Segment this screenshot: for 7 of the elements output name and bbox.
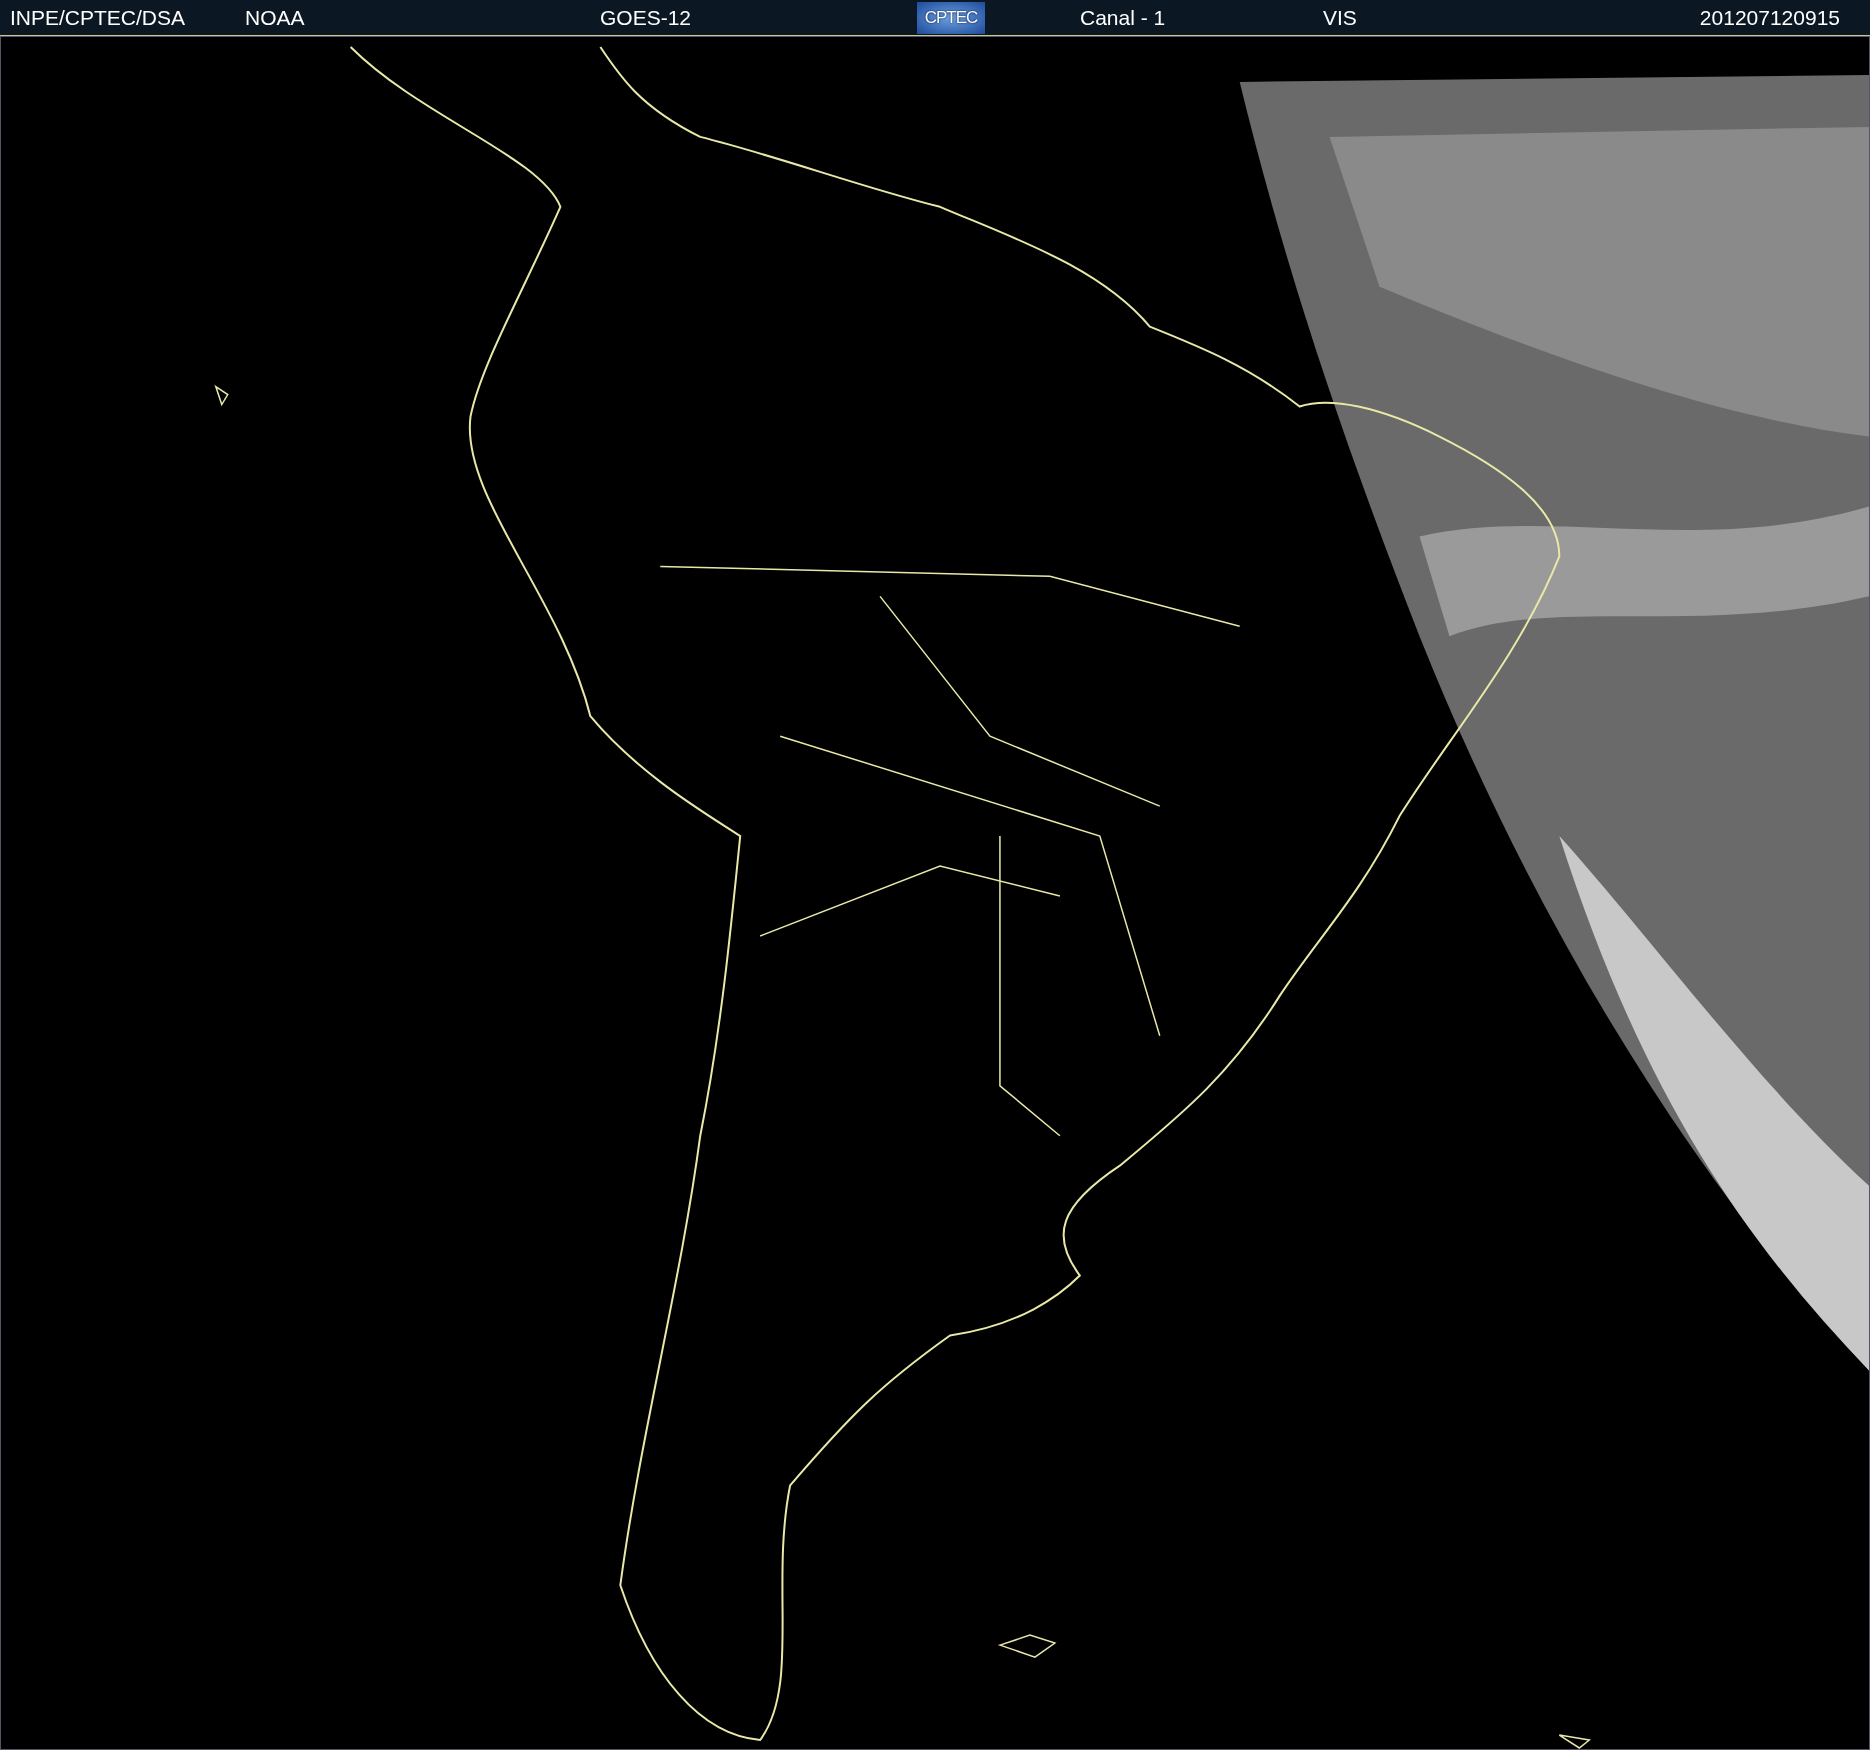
header-label: INPE/CPTEC/DSA <box>10 5 187 30</box>
header-label: GOES-12 <box>600 5 693 30</box>
header-label: VIS <box>1323 5 1358 30</box>
logo: CPTEC <box>917 1 985 34</box>
header-label: NOAA <box>245 5 306 30</box>
header-label: Canal - 1 <box>1080 5 1167 30</box>
timestamp: 201207120915 <box>1699 5 1840 30</box>
